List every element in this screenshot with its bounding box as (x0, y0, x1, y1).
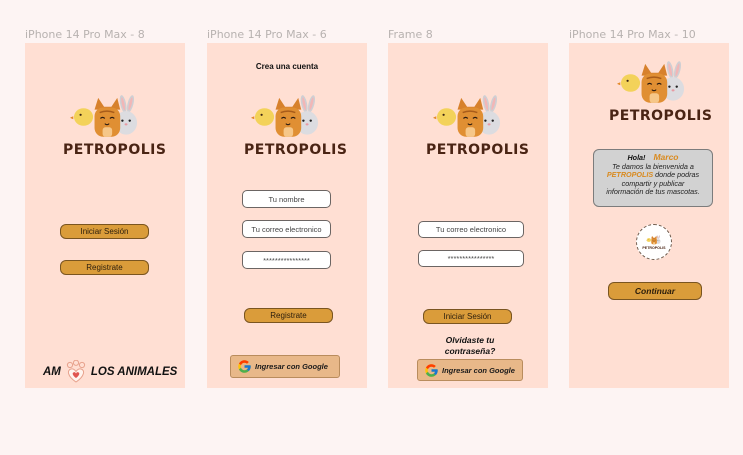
frame-label-3: Frame 8 (388, 28, 433, 41)
frame-label-2: iPhone 14 Pro Max - 6 (207, 28, 327, 41)
password-input[interactable]: **************** (242, 251, 331, 269)
continue-button[interactable]: Continuar (608, 282, 702, 300)
name-input[interactable]: Tu nombre (242, 190, 331, 208)
petropolis-logo: PETROPOLIS (426, 95, 530, 158)
login-button-label: Iniciar Sesión (443, 312, 492, 321)
petropolis-logo: PETROPOLIS (244, 95, 348, 158)
register-button-label: Registrate (270, 311, 307, 320)
logo-text: PETROPOLIS (63, 142, 167, 158)
google-button-label: Ingresar con Google (442, 365, 515, 375)
petropolis-logo: PETROPOLIS (63, 95, 167, 158)
email-input[interactable]: Tu correo electronico (418, 221, 524, 238)
welcome-card: Hola! Marco Te damos la bienvenida a PET… (593, 149, 713, 207)
pets-illustration-icon (63, 95, 151, 139)
frame-label-4: iPhone 14 Pro Max - 10 (569, 28, 696, 41)
pets-illustration-icon (244, 95, 332, 139)
google-icon (237, 359, 252, 374)
register-button-label: Registrate (86, 263, 123, 272)
login-button[interactable]: Iniciar Sesión (423, 309, 512, 324)
forgot-line-2: contraseña? (444, 345, 496, 356)
frame-welcome: PETROPOLIS Iniciar Sesión Registrate AM … (25, 43, 185, 388)
frame-welcome-message: PETROPOLIS Hola! Marco Te damos la bienv… (569, 43, 729, 388)
brand-word: PETROPOLIS (606, 170, 654, 180)
logo-text: PETROPOLIS (609, 108, 713, 124)
google-button-label: Ingresar con Google (255, 362, 328, 371)
password-value: **************** (447, 254, 495, 263)
name-placeholder: Tu nombre (268, 194, 305, 204)
email-placeholder: Tu correo electronico (251, 224, 322, 234)
login-button-label: Iniciar Sesión (80, 227, 129, 236)
petropolis-badge: PETROPOLIS (636, 224, 672, 260)
welcome-line-4: información de tus mascotas. (606, 187, 700, 197)
forgot-password-link[interactable]: Olvidaste tu contraseña? (388, 335, 548, 356)
slogan-left: AM (43, 366, 61, 378)
badge-pets-icon (646, 234, 662, 246)
pets-illustration-icon (426, 95, 514, 139)
slogan: AM LOS ANIMALES (43, 360, 177, 384)
login-button[interactable]: Iniciar Sesión (60, 224, 149, 239)
pets-illustration-icon (609, 61, 699, 105)
password-value: **************** (263, 255, 310, 265)
frame-label-1: iPhone 14 Pro Max - 8 (25, 28, 145, 41)
user-name: Marco (653, 152, 679, 162)
logo-text: PETROPOLIS (426, 142, 530, 158)
petropolis-logo: PETROPOLIS (609, 61, 713, 124)
password-input[interactable]: **************** (418, 250, 524, 267)
frame-register: Crea una cuenta PETROPOLIS Tu nombre Tu … (207, 43, 367, 388)
register-button[interactable]: Registrate (244, 308, 333, 323)
heart-paw-icon (65, 360, 87, 384)
page-title: Crea una cuenta (255, 62, 319, 71)
logo-text: PETROPOLIS (244, 142, 348, 158)
google-signin-button[interactable]: Ingresar con Google (230, 355, 340, 378)
frame-login: PETROPOLIS Tu correo electronico *******… (388, 43, 548, 388)
google-icon (424, 363, 439, 378)
register-button[interactable]: Registrate (60, 260, 149, 275)
continue-button-label: Continuar (634, 286, 676, 296)
badge-text: PETROPOLIS (642, 246, 666, 250)
email-input[interactable]: Tu correo electronico (242, 220, 331, 238)
slogan-right: LOS ANIMALES (90, 366, 178, 378)
forgot-line-1: Olvidaste tu (445, 335, 495, 345)
greeting-text: Hola! (627, 153, 646, 162)
welcome-line-2: donde podras (653, 170, 700, 180)
google-signin-button[interactable]: Ingresar con Google (417, 359, 523, 381)
email-placeholder: Tu correo electronico (435, 225, 507, 234)
